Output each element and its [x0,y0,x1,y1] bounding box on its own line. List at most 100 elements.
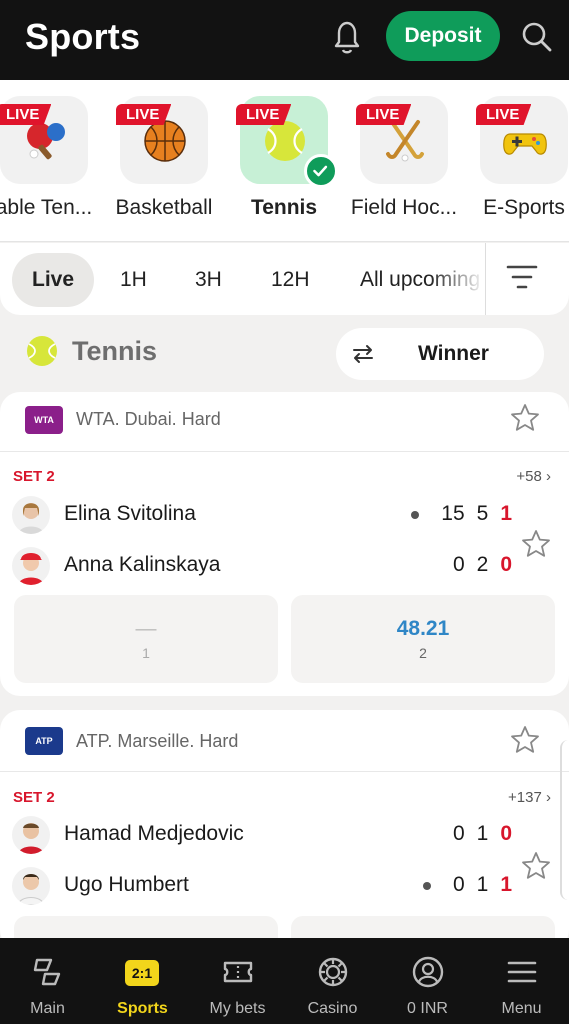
more-markets-count: +58 [516,468,542,485]
filter-chip-1h[interactable]: 1H [100,253,167,307]
live-badge: LIVE [0,104,52,125]
wta-logo: WTA [25,406,63,434]
player-avatar [12,867,50,905]
games-score: 1 [476,822,489,845]
nav-casino[interactable]: Casino [285,938,380,1024]
nav-my-bets[interactable]: My bets [190,938,285,1024]
time-filter-bar: Live 1H 3H 12H All upcoming [0,243,569,315]
event-card[interactable]: ATP ATP. Marseille. Hard SET 2 +137 › Ha… [0,710,569,1004]
scroll-edge [560,740,569,900]
games-score: 1 [476,873,489,896]
nav-label: 0 INR [407,1000,448,1017]
game-points: 0 [452,873,465,896]
filter-chip-3h[interactable]: 3H [175,253,242,307]
odds-key: 2 [419,645,427,661]
sport-item-tennis[interactable]: LIVE Tennis [224,96,344,220]
sport-tile: LIVE [116,96,208,184]
sport-label: E-Sports [483,196,565,219]
ticket-icon [223,961,253,983]
nav-main[interactable]: Main [0,938,95,1024]
deposit-button[interactable]: Deposit [386,11,500,61]
sports-2-1-icon: 2:1 [125,960,159,986]
sport-label: able Ten... [0,196,93,219]
odds-value: — [135,617,157,640]
more-markets-count: +137 [508,789,542,806]
score-columns: 0 1 1 [422,873,512,897]
search-icon[interactable] [520,20,554,54]
tennis-ball-icon [27,336,57,366]
player-row: Ugo Humbert 0 1 1 [12,867,512,907]
league-header: ATP ATP. Marseille. Hard [0,710,569,772]
player-avatar [12,816,50,854]
more-markets-link[interactable]: +137 › [508,789,551,806]
nav-label: My bets [209,1000,266,1017]
odds-button-2[interactable]: 48.21 2 [291,595,555,683]
chevron-right-icon: › [546,789,551,806]
star-icon[interactable] [520,528,552,560]
nav-label: Main [30,1000,65,1017]
nav-account[interactable]: 0 INR [380,938,475,1024]
sport-item-field-hockey[interactable]: LIVE Field Hoc... [344,96,464,220]
star-icon[interactable] [520,850,552,882]
league-name: WTA. Dubai. Hard [76,409,221,429]
scroll-fade [430,243,485,315]
game-points: 0 [452,822,465,845]
market-selector[interactable]: Winner [336,328,544,380]
live-badge: LIVE [236,104,292,125]
bottom-navigation: Main 2:1 Sports My bets Casino 0 INR Men… [0,938,569,1024]
player-row: Hamad Medjedovic 0 1 0 [12,816,512,856]
menu-icon [507,961,537,983]
odds-button-1[interactable]: — 1 [14,595,278,683]
score-columns: 15 5 1 [411,502,512,526]
casino-chip-icon [318,957,348,987]
star-icon[interactable] [509,402,541,434]
live-badge: LIVE [116,104,172,125]
bell-icon[interactable] [330,18,364,56]
player-avatar [12,496,50,534]
page-title: Sports [25,16,141,57]
sets-score: 1 [500,502,512,525]
league-name: ATP. Marseille. Hard [76,731,239,751]
player-name: Ugo Humbert [64,873,189,896]
account-icon [412,956,444,988]
nav-label: Menu [501,1000,542,1017]
player-row: Elina Svitolina 15 5 1 [12,496,512,536]
sport-tile: LIVE [356,96,448,184]
sport-item-table-tennis[interactable]: LIVE able Ten... [0,96,104,220]
serve-indicator [422,882,431,890]
nav-menu[interactable]: Menu [474,938,569,1024]
games-score: 2 [476,553,489,576]
player-name: Anna Kalinskaya [64,553,221,576]
game-points: 15 [441,502,465,525]
sets-score: 0 [500,822,512,845]
swap-arrows-icon [353,345,373,363]
filter-divider [485,243,486,315]
player-row: Anna Kalinskaya 0 2 0 [12,547,512,587]
filter-chip-live[interactable]: Live [12,253,95,307]
score-columns: 0 1 0 [453,822,512,846]
filter-chip-12h[interactable]: 12H [251,253,330,307]
chevron-right-icon: › [546,468,551,485]
event-card[interactable]: WTA WTA. Dubai. Hard SET 2 +58 › Elina S… [0,392,569,696]
score-columns: 0 2 0 [453,553,512,577]
league-header: WTA WTA. Dubai. Hard [0,392,569,452]
sets-score: 1 [500,873,512,896]
sports-carousel[interactable]: LIVE able Ten... LIVE Basketball LIVE Te… [0,80,569,242]
live-badge: LIVE [356,104,412,125]
sport-label: Tennis [250,196,318,219]
selected-check-icon [304,154,338,188]
sport-item-basketball[interactable]: LIVE Basketball [104,96,224,220]
sport-label: Field Hoc... [350,196,458,219]
sport-label: Basketball [115,196,213,219]
filter-icon[interactable] [506,264,538,290]
more-markets-link[interactable]: +58 › [516,468,551,485]
sets-score: 0 [500,553,512,576]
nav-sports[interactable]: 2:1 Sports [95,938,190,1024]
star-icon[interactable] [509,724,541,756]
section-header: Tennis [26,335,157,367]
atp-logo: ATP [25,727,63,755]
sport-item-esports[interactable]: LIVE E-Sports [464,96,569,220]
odds-value: 48.21 [396,617,450,640]
player-avatar [12,547,50,585]
match-status: SET 2 [13,789,55,806]
